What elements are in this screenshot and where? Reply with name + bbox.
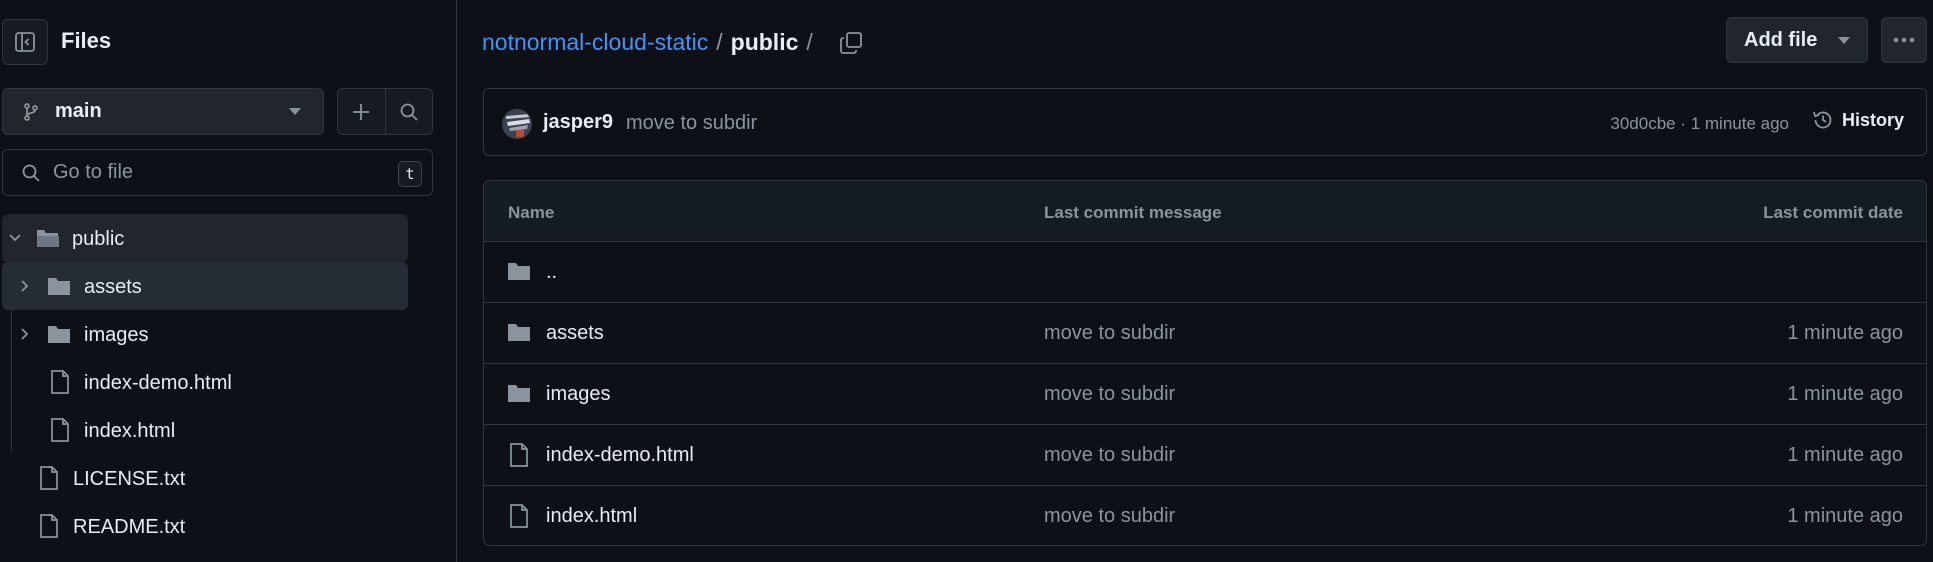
file-icon (509, 504, 529, 528)
column-header-date: Last commit date (1763, 203, 1903, 222)
column-header-name: Name (508, 203, 555, 222)
search-files-button[interactable] (384, 89, 432, 134)
go-to-file-placeholder: Go to file (53, 161, 134, 183)
keyboard-shortcut-hint: t (398, 161, 422, 187)
breadcrumb: notnormal-cloud-static / public / (482, 29, 863, 56)
tree-item-label: public (72, 228, 125, 250)
commit-message-link[interactable]: move to subdir (1044, 383, 1175, 406)
commit-date: 1 minute ago (1787, 444, 1903, 466)
folder-icon (47, 275, 71, 297)
commit-date: 1 minute ago (1787, 383, 1903, 405)
tree-item-license[interactable]: LICENSE.txt (2, 454, 408, 502)
folder-icon (507, 260, 531, 282)
commit-date: 1 minute ago (1787, 505, 1903, 527)
plus-icon (351, 102, 371, 122)
file-icon (509, 443, 529, 467)
add-file-button[interactable]: Add file (1726, 17, 1868, 63)
breadcrumb-repo-link[interactable]: notnormal-cloud-static (482, 29, 708, 56)
main-content: notnormal-cloud-static / public / Add fi… (458, 0, 1933, 562)
file-name-link[interactable]: .. (546, 261, 557, 284)
copy-icon (839, 31, 863, 55)
table-header: Name Last commit message Last commit dat… (484, 181, 1926, 242)
tree-item-index-demo[interactable]: index-demo.html (2, 358, 408, 406)
history-button[interactable]: History (1812, 109, 1904, 131)
table-row-parent-dir[interactable]: .. (484, 242, 1926, 303)
tree-item-label: LICENSE.txt (73, 468, 186, 490)
latest-commit-bar: jasper9 move to subdir 30d0cbe · 1 minut… (483, 88, 1927, 156)
collapse-sidebar-button[interactable] (2, 19, 48, 65)
breadcrumb-current: public (730, 29, 799, 55)
file-tree-sidebar: Files main Go to file t public assets im… (0, 0, 457, 562)
tree-item-public[interactable]: public (2, 214, 408, 262)
commit-message-link[interactable]: move to subdir (1044, 505, 1175, 528)
column-header-message: Last commit message (1044, 203, 1222, 222)
tree-item-assets[interactable]: assets (2, 262, 408, 310)
folder-icon (507, 321, 531, 343)
history-label: History (1841, 109, 1904, 130)
search-icon (399, 102, 419, 122)
file-name-link[interactable]: index.html (546, 505, 637, 528)
commit-message-link[interactable]: move to subdir (626, 112, 757, 135)
caret-down-icon (289, 108, 301, 116)
git-branch-icon (21, 102, 41, 122)
branch-name: main (55, 100, 102, 122)
sidebar-header: Files (0, 15, 457, 69)
table-row[interactable]: assets move to subdir 1 minute ago (484, 303, 1926, 364)
add-file-label: Add file (1744, 28, 1818, 51)
tree-item-label: README.txt (73, 516, 186, 538)
breadcrumb-separator: / (716, 29, 723, 55)
kebab-horizontal-icon (1893, 37, 1915, 43)
tree-item-label: index-demo.html (84, 372, 232, 394)
table-row[interactable]: images move to subdir 1 minute ago (484, 364, 1926, 425)
caret-down-icon (1838, 37, 1850, 45)
file-name-link[interactable]: assets (546, 322, 604, 345)
file-icon (50, 370, 70, 394)
file-icon (50, 418, 70, 442)
sidebar-collapse-icon (13, 30, 37, 54)
tree-item-index[interactable]: index.html (2, 406, 408, 454)
folder-open-icon (36, 227, 60, 249)
chevron-down-icon[interactable] (8, 231, 22, 245)
tree-item-label: images (84, 324, 149, 346)
file-icon (39, 466, 59, 490)
avatar[interactable] (502, 109, 532, 139)
breadcrumb-separator: / (806, 29, 813, 55)
commit-author-link[interactable]: jasper9 (543, 111, 613, 134)
chevron-right-icon[interactable] (18, 279, 32, 293)
tree-item-label: assets (84, 276, 142, 298)
go-to-file-input[interactable]: Go to file t (2, 149, 433, 196)
tree-item-label: index.html (84, 420, 176, 442)
file-table: Name Last commit message Last commit dat… (483, 180, 1927, 546)
history-icon (1812, 109, 1834, 131)
tree-item-readme[interactable]: README.txt (2, 502, 408, 550)
table-row[interactable]: index-demo.html move to subdir 1 minute … (484, 425, 1926, 486)
folder-icon (507, 382, 531, 404)
commit-message-link[interactable]: move to subdir (1044, 322, 1175, 345)
copy-path-button[interactable] (839, 31, 863, 55)
file-name-link[interactable]: images (546, 383, 610, 406)
commit-date: 1 minute ago (1787, 322, 1903, 344)
commit-message-link[interactable]: move to subdir (1044, 444, 1175, 467)
search-icon (21, 163, 41, 183)
file-browser: Files main Go to file t public assets im… (0, 0, 1933, 562)
commit-hash-and-time[interactable]: 30d0cbe · 1 minute ago (1610, 114, 1789, 134)
branch-selector[interactable]: main (2, 88, 324, 135)
more-options-button[interactable] (1881, 17, 1927, 63)
file-icon (39, 514, 59, 538)
tree-item-images[interactable]: images (2, 310, 408, 358)
tree-indent-guide (11, 310, 12, 452)
folder-icon (47, 323, 71, 345)
sidebar-actions (337, 88, 433, 135)
table-row[interactable]: index.html move to subdir 1 minute ago (484, 486, 1926, 545)
sidebar-title: Files (61, 28, 112, 53)
file-name-link[interactable]: index-demo.html (546, 444, 694, 467)
chevron-right-icon[interactable] (18, 327, 32, 341)
add-file-sidebar-button[interactable] (338, 89, 385, 134)
